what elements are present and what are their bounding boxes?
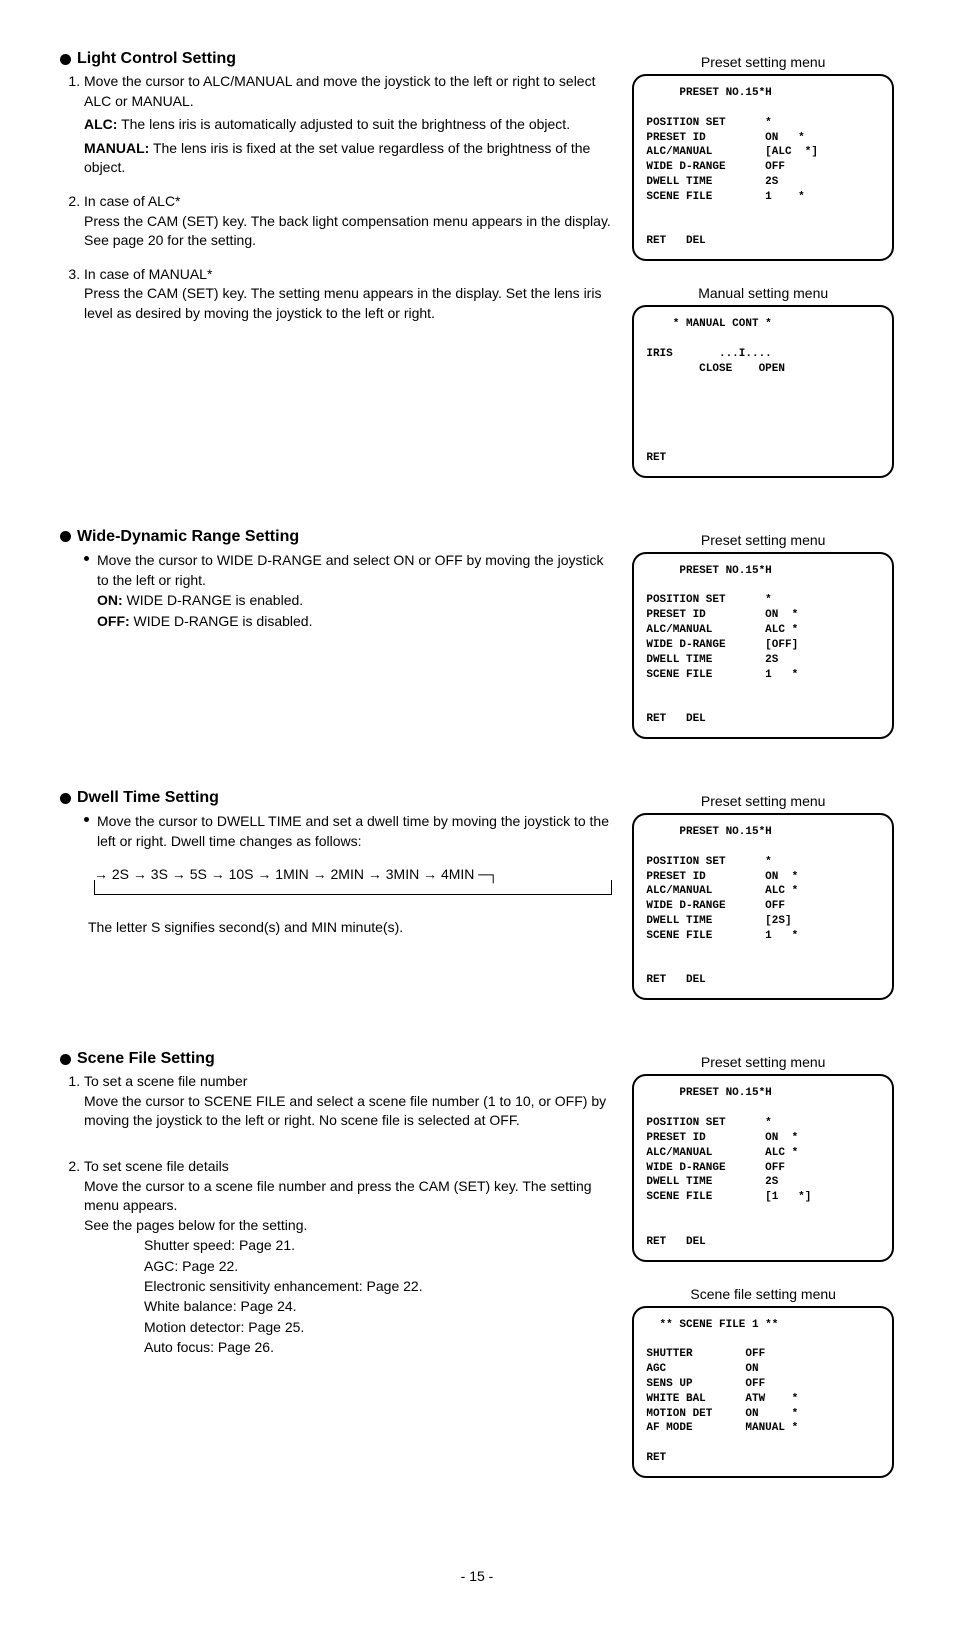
preset-menu-light: PRESET NO.15*H POSITION SET * PRESET ID … [632,74,894,261]
heading-light-control: Light Control Setting [60,50,612,68]
wide-body: Move the cursor to WIDE D-RANGE and sele… [60,550,612,631]
light-item-1: Move the cursor to ALC/MANUAL and move t… [84,72,612,178]
bullet-icon [60,1054,71,1065]
manual-label: MANUAL: [84,140,149,156]
bullet-icon [60,793,71,804]
on-label: ON: [97,592,123,608]
bullet-icon [60,54,71,65]
left-column: Dwell Time Setting Move the cursor to DW… [60,789,632,1020]
section-scene-file: Scene File Setting To set a scene file n… [60,1050,894,1498]
dwell-body: Move the cursor to DWELL TIME and set a … [60,811,612,852]
left-column: Scene File Setting To set a scene file n… [60,1050,632,1498]
manual-setting-menu: * MANUAL CONT * IRIS ...I.... CLOSE OPEN… [632,305,894,477]
preset-menu-wide: PRESET NO.15*H POSITION SET * PRESET ID … [632,552,894,739]
manual-def: MANUAL: The lens iris is fixed at the se… [84,139,612,178]
scene-item-2-see: See the pages below for the setting. [84,1217,307,1233]
manual-menu-caption: Manual setting menu [632,281,894,301]
bullet-icon [60,531,71,542]
right-column: Preset setting menu PRESET NO.15*H POSIT… [632,789,894,1020]
heading-wide-dynamic: Wide-Dynamic Range Setting [60,528,612,546]
light-item-2: In case of ALC* Press the CAM (SET) key.… [84,192,612,251]
small-bullet-icon [84,556,89,561]
on-text: WIDE D-RANGE is enabled. [123,592,304,608]
preset-menu-scene: PRESET NO.15*H POSITION SET * PRESET ID … [632,1074,894,1261]
right-column: Preset setting menu PRESET NO.15*H POSIT… [632,50,894,498]
section-wide-dynamic: Wide-Dynamic Range Setting Move the curs… [60,528,894,759]
preset-menu-caption: Preset setting menu [632,50,894,70]
scene-item-1-body: Move the cursor to SCENE FILE and select… [84,1093,606,1129]
light-item-3-body: Press the CAM (SET) key. The setting men… [84,285,601,321]
scene-file-menu-caption: Scene file setting menu [632,1282,894,1302]
dwell-body-text: Move the cursor to DWELL TIME and set a … [97,813,609,849]
alc-def: ALC: The lens iris is automatically adju… [84,115,612,135]
pg-motion: Motion detector: Page 25. [144,1317,612,1337]
heading-text: Light Control Setting [77,50,236,68]
light-item-2-body: Press the CAM (SET) key. The back light … [84,213,611,249]
alc-label: ALC: [84,116,117,132]
preset-menu-caption: Preset setting menu [632,789,894,809]
scene-item-2: To set scene file details Move the curso… [84,1157,612,1357]
scene-item-1-head: To set a scene file number [84,1073,247,1089]
preset-menu-caption: Preset setting menu [632,528,894,548]
manual-text: The lens iris is fixed at the set value … [84,140,590,176]
dwell-note: The letter S signifies second(s) and MIN… [60,919,612,935]
heading-scene-file: Scene File Setting [60,1050,612,1068]
pg-wb: White balance: Page 24. [144,1296,612,1316]
left-column: Wide-Dynamic Range Setting Move the curs… [60,528,632,759]
heading-text: Scene File Setting [77,1050,215,1068]
heading-text: Wide-Dynamic Range Setting [77,528,299,546]
wide-body-text: Move the cursor to WIDE D-RANGE and sele… [97,552,603,588]
page-number: - 15 - [60,1568,894,1584]
off-label: OFF: [97,613,130,629]
heading-dwell-time: Dwell Time Setting [60,789,612,807]
scene-item-2-head: To set scene file details [84,1158,229,1174]
preset-menu-dwell: PRESET NO.15*H POSITION SET * PRESET ID … [632,813,894,1000]
pg-af: Auto focus: Page 26. [144,1337,612,1357]
light-item-2-head: In case of ALC* [84,193,181,209]
section-dwell-time: Dwell Time Setting Move the cursor to DW… [60,789,894,1020]
dwell-sequence: → 2S → 3S → 5S → 10S → 1MIN → 2MIN → 3MI… [60,866,612,895]
left-column: Light Control Setting Move the cursor to… [60,50,632,498]
pg-shutter: Shutter speed: Page 21. [144,1235,612,1255]
preset-menu-caption: Preset setting menu [632,1050,894,1070]
light-item-3-head: In case of MANUAL* [84,266,212,282]
dwell-sequence-text: → 2S → 3S → 5S → 10S → 1MIN → 2MIN → 3MI… [94,866,498,882]
page-refs: Shutter speed: Page 21. AGC: Page 22. El… [84,1235,612,1357]
small-bullet-icon [84,817,89,822]
scene-item-2-body: Move the cursor to a scene file number a… [84,1178,592,1214]
scene-item-1: To set a scene file number Move the curs… [84,1072,612,1131]
page-content: Light Control Setting Move the cursor to… [60,50,894,1584]
off-text: WIDE D-RANGE is disabled. [130,613,313,629]
scene-file-setting-menu: ** SCENE FILE 1 ** SHUTTER OFF AGC ON SE… [632,1306,894,1478]
section-light-control: Light Control Setting Move the cursor to… [60,50,894,498]
pg-agc: AGC: Page 22. [144,1256,612,1276]
light-item-1-intro: Move the cursor to ALC/MANUAL and move t… [84,73,596,109]
pg-sens: Electronic sensitivity enhancement: Page… [144,1276,612,1296]
right-column: Preset setting menu PRESET NO.15*H POSIT… [632,528,894,759]
right-column: Preset setting menu PRESET NO.15*H POSIT… [632,1050,894,1498]
light-item-3: In case of MANUAL* Press the CAM (SET) k… [84,265,612,324]
alc-text: The lens iris is automatically adjusted … [117,116,570,132]
heading-text: Dwell Time Setting [77,789,219,807]
